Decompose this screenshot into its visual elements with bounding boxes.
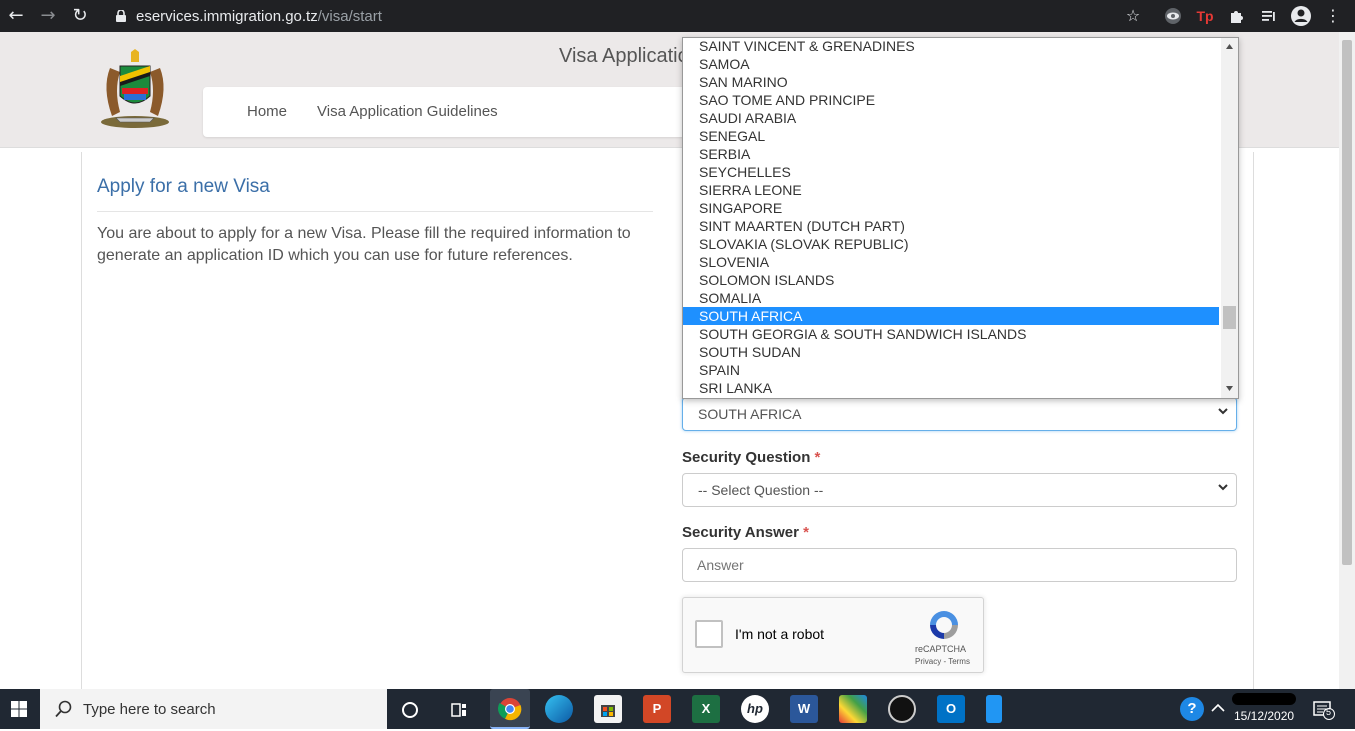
dropdown-option[interactable]: SIERRA LEONE: [683, 181, 1219, 199]
puzzle-icon[interactable]: [1226, 4, 1248, 28]
recaptcha-terms-link[interactable]: Privacy - Terms: [915, 657, 970, 666]
excel-icon[interactable]: X: [692, 695, 720, 723]
dropdown-option[interactable]: SOUTH SUDAN: [683, 343, 1219, 361]
phone-icon[interactable]: [986, 695, 1002, 723]
profile-icon[interactable]: [1290, 4, 1312, 28]
photos-icon[interactable]: [839, 695, 867, 723]
security-answer-field[interactable]: [682, 548, 1237, 582]
hp-icon[interactable]: hp: [741, 695, 769, 723]
security-question-label: Security Question *: [682, 449, 821, 466]
coat-of-arms-logo: [101, 49, 169, 128]
search-icon: [55, 700, 72, 718]
page-title: Apply for a new Visa: [97, 176, 270, 197]
browser-toolbar: ← → ↻ eservices.immigration.go.tz/visa/s…: [0, 0, 1355, 32]
recaptcha-brand: reCAPTCHA: [915, 644, 967, 654]
back-arrow-icon[interactable]: ←: [4, 4, 28, 28]
windows-taskbar: Type here to search P X hp W O ? 15/12/2…: [0, 689, 1355, 729]
dropdown-option[interactable]: SAMOA: [683, 55, 1219, 73]
dropdown-option[interactable]: SRI LANKA: [683, 379, 1219, 397]
dropdown-option[interactable]: SAINT VINCENT & GRENADINES: [683, 38, 1219, 55]
recaptcha-widget: I'm not a robot reCAPTCHA Privacy - Term…: [682, 597, 984, 673]
nav-guidelines-link[interactable]: Visa Application Guidelines: [317, 103, 498, 120]
url-text: eservices.immigration.go.tz/visa/start: [136, 8, 382, 25]
country-select[interactable]: SOUTH AFRICA: [682, 397, 1237, 431]
dropdown-option[interactable]: SERBIA: [683, 145, 1219, 163]
intro-text: You are about to apply for a new Visa. P…: [97, 225, 631, 264]
recaptcha-logo-icon: [930, 611, 958, 639]
security-answer-input[interactable]: [695, 556, 1219, 574]
security-answer-label: Security Answer *: [682, 524, 810, 541]
page-scroll-thumb[interactable]: [1342, 40, 1352, 565]
task-view-icon[interactable]: [450, 701, 468, 719]
chevron-down-icon: [1218, 408, 1228, 415]
redacted-mark: [1232, 693, 1296, 705]
dropdown-option[interactable]: SINGAPORE: [683, 199, 1219, 217]
dropdown-option[interactable]: SOMALIA: [683, 289, 1219, 307]
recaptcha-label: I'm not a robot: [735, 626, 825, 642]
dropdown-option[interactable]: SAO TOME AND PRINCIPE: [683, 91, 1219, 109]
dropdown-option[interactable]: SINT MAARTEN (DUTCH PART): [683, 217, 1219, 235]
notification-count: 5: [1326, 707, 1332, 717]
recaptcha-checkbox[interactable]: [695, 620, 723, 648]
chevron-down-icon: [1218, 484, 1228, 491]
dropdown-option[interactable]: SPAIN: [683, 361, 1219, 379]
dropdown-option[interactable]: SAN MARINO: [683, 73, 1219, 91]
windows-start-icon[interactable]: [11, 701, 27, 717]
tp-extension-icon[interactable]: Tp: [1194, 4, 1216, 28]
dropdown-option[interactable]: SLOVENIA: [683, 253, 1219, 271]
taskbar-date: 15/12/2020: [1234, 709, 1295, 723]
help-icon[interactable]: ?: [1180, 697, 1204, 721]
cortana-icon[interactable]: [401, 701, 419, 719]
dropdown-option[interactable]: SEYCHELLES: [683, 163, 1219, 181]
dropdown-option[interactable]: SOUTH AFRICA: [683, 307, 1219, 325]
country-select-value: SOUTH AFRICA: [698, 406, 802, 422]
dropdown-option[interactable]: SOLOMON ISLANDS: [683, 271, 1219, 289]
page-scrollbar[interactable]: [1339, 32, 1355, 689]
scroll-up-arrow-icon[interactable]: [1225, 42, 1234, 51]
dropdown-option[interactable]: SENEGAL: [683, 127, 1219, 145]
edge-icon[interactable]: [545, 695, 573, 723]
site-title: Visa Applicatio: [559, 45, 689, 67]
dropdown-option[interactable]: SLOVAKIA (SLOVAK REPUBLIC): [683, 235, 1219, 253]
reload-icon[interactable]: ↻: [68, 4, 92, 28]
notifications-icon[interactable]: [1313, 700, 1335, 720]
country-dropdown-list[interactable]: SAINT VINCENT & GRENADINES SAMOA SAN MARIN…: [682, 37, 1239, 399]
dropdown-scrollbar[interactable]: [1221, 38, 1238, 398]
chrome-icon[interactable]: [490, 689, 530, 729]
nav-home-link[interactable]: Home: [247, 103, 287, 120]
outlook-icon[interactable]: O: [937, 695, 965, 723]
lock-icon: [116, 10, 126, 22]
address-bar[interactable]: eservices.immigration.go.tz/visa/start: [116, 4, 1146, 28]
dropdown-option[interactable]: SAUDI ARABIA: [683, 109, 1219, 127]
scroll-down-arrow-icon[interactable]: [1225, 384, 1234, 393]
media-icon[interactable]: [1258, 4, 1280, 28]
security-question-select[interactable]: -- Select Question --: [682, 473, 1237, 507]
more-icon[interactable]: ⋮: [1322, 4, 1344, 28]
taskbar-search-box[interactable]: Type here to search: [40, 689, 387, 729]
eye-extension-icon[interactable]: [1162, 4, 1184, 28]
taskbar-search-text: Type here to search: [83, 701, 216, 718]
chevron-up-icon[interactable]: [1211, 703, 1225, 713]
word-icon[interactable]: W: [790, 695, 818, 723]
dropdown-scroll-thumb[interactable]: [1223, 306, 1236, 329]
powerpoint-icon[interactable]: P: [643, 695, 671, 723]
forward-arrow-icon[interactable]: →: [36, 4, 60, 28]
camera-icon[interactable]: [888, 695, 916, 723]
title-divider: [97, 211, 653, 212]
star-icon[interactable]: ☆: [1122, 4, 1144, 28]
store-icon[interactable]: [594, 695, 622, 723]
dropdown-option[interactable]: SOUTH GEORGIA & SOUTH SANDWICH ISLANDS: [683, 325, 1219, 343]
security-question-value: -- Select Question --: [698, 482, 824, 498]
